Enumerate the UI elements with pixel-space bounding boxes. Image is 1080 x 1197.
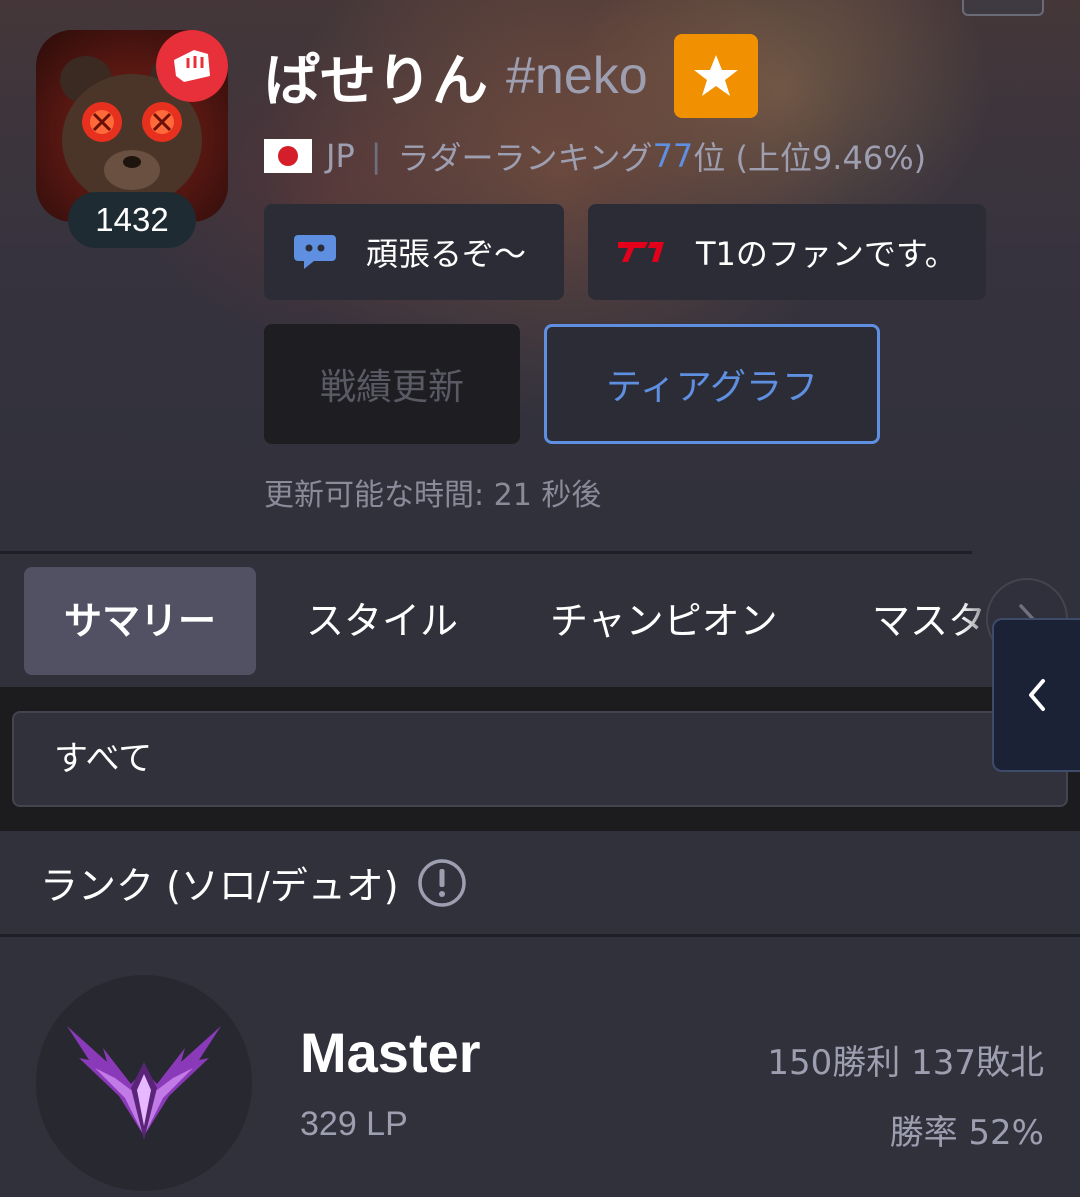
tier-emblem <box>36 975 252 1191</box>
tab-bar: サマリー スタイル チャンピオン マスタ <box>0 554 1080 687</box>
profile-tag-chip[interactable]: 頑張るぞ～ <box>264 204 564 300</box>
league-points: 329 LP <box>300 1105 408 1143</box>
star-icon <box>693 55 738 96</box>
renew-button[interactable]: 戦績更新 <box>264 324 520 444</box>
info-icon[interactable] <box>417 858 467 908</box>
favorite-star-button[interactable] <box>673 34 758 118</box>
region-label: JP <box>326 137 355 175</box>
region-separator: | <box>370 137 382 175</box>
discord-icon <box>294 233 336 271</box>
master-emblem-icon <box>67 1026 221 1140</box>
summoner-tag: #neko <box>506 47 648 105</box>
win-loss-record: 150勝利 137敗北 <box>767 1043 1044 1083</box>
win-rate: 勝率 52% <box>889 1113 1044 1153</box>
top-handle[interactable] <box>962 0 1044 16</box>
tab-summary[interactable]: サマリー <box>24 567 256 675</box>
chevron-left-icon <box>1029 679 1045 711</box>
ladder-label: ラダーランキング <box>397 139 653 177</box>
team-fan-label: T1のファンです。 <box>696 235 957 273</box>
riot-fist-icon <box>156 30 228 102</box>
tag-chip-label: 頑張るぞ～ <box>366 235 527 273</box>
level-badge: 1432 <box>68 192 196 248</box>
summoner-name: ぱせりん <box>264 48 488 114</box>
japan-flag-icon <box>264 139 312 173</box>
ranked-solo-header: ランク (ソロ/デュオ) <box>0 831 1080 937</box>
update-cooldown-text: 更新可能な時間: 21 秒後 <box>264 478 602 513</box>
ladder-rank-link[interactable]: 77 <box>653 137 694 175</box>
tab-champion[interactable]: チャンピオン <box>550 567 778 675</box>
t1-logo-icon <box>618 240 666 264</box>
ranked-queue-title: ランク (ソロ/デュオ) <box>40 864 399 908</box>
side-panel-toggle[interactable] <box>992 618 1080 772</box>
region-ladder-row: JP | ラダーランキング 77 位 (上位9.46%) <box>264 132 926 180</box>
tab-style[interactable]: スタイル <box>306 567 458 675</box>
tier-name: Master <box>300 1021 481 1084</box>
team-fan-chip[interactable]: T1のファンです。 <box>588 204 986 300</box>
tier-graph-button[interactable]: ティアグラフ <box>544 324 880 444</box>
summoner-name-row: ぱせりん #neko <box>264 34 758 118</box>
ladder-percentile: 位 (上位9.46%) <box>693 139 927 177</box>
queue-filter-select[interactable]: すべて <box>12 711 1068 807</box>
